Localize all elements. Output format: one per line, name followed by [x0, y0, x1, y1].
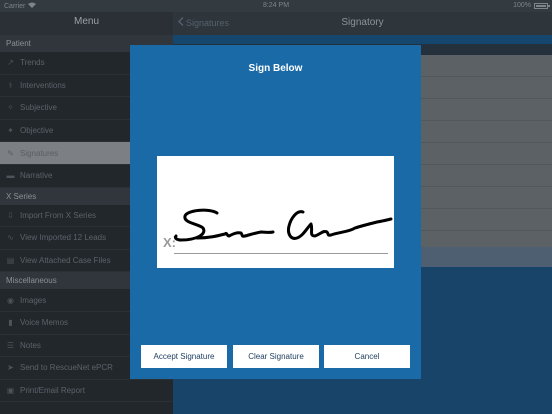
- battery-percent: 100%: [513, 2, 531, 9]
- pen-icon: ✎: [7, 148, 14, 158]
- signature-x-marker: X:: [163, 235, 176, 250]
- notes-icon: ☰: [6, 340, 15, 350]
- signature-pad[interactable]: X:: [157, 156, 394, 268]
- files-icon: ▤: [6, 256, 15, 266]
- sidebar-item-label: Send to RescueNet ePCR: [20, 363, 113, 373]
- battery-icon: [534, 2, 550, 9]
- microphone-icon: ▮: [8, 318, 13, 328]
- battery-info: 100%: [513, 2, 550, 9]
- clear-signature-button[interactable]: Clear Signature: [233, 345, 319, 368]
- trends-icon: ↗: [7, 58, 14, 68]
- clock: 8:24 PM: [262, 2, 290, 9]
- camera-icon: ◉: [7, 295, 14, 305]
- sidebar-item-label: Print/Email Report: [20, 386, 85, 396]
- sidebar-item-label: View Attached Case Files: [20, 256, 111, 266]
- sidebar-item-print-email-report[interactable]: ▣ Print/Email Report: [0, 380, 173, 403]
- print-icon: ▣: [6, 386, 15, 396]
- signature-line: [174, 253, 388, 254]
- accept-signature-button[interactable]: Accept Signature: [141, 345, 227, 368]
- signature-modal: Sign Below X: Accept Signature Clear Sig…: [130, 45, 421, 379]
- sidebar-item-label: Voice Memos: [20, 318, 69, 328]
- modal-title: Sign Below: [248, 63, 303, 74]
- sidebar-item-label: View Imported 12 Leads: [20, 233, 107, 243]
- subjective-icon: ✧: [7, 103, 14, 113]
- send-icon: ➤: [7, 363, 14, 373]
- cancel-button[interactable]: Cancel: [324, 345, 410, 368]
- sidebar-item-label: Subjective: [20, 103, 57, 113]
- objective-icon: ✦: [7, 126, 14, 136]
- sidebar-item-label: Objective: [20, 126, 54, 136]
- ecg-icon: ∿: [7, 233, 14, 243]
- speech-bubble-icon: ▬: [6, 171, 15, 181]
- nav-bar: Signatures Signatory: [173, 12, 552, 35]
- sidebar-item-label: Signatures: [20, 148, 59, 158]
- status-bar: Carrier 8:24 PM 100%: [0, 0, 552, 12]
- sidebar-item-label: Notes: [20, 340, 41, 350]
- detail-band: [173, 35, 552, 44]
- signature-stroke: [173, 208, 393, 242]
- sidebar-item-label: Interventions: [20, 80, 66, 90]
- sidebar-item-label: Trends: [20, 58, 45, 68]
- sidebar-item-label: Images: [20, 295, 47, 305]
- page-title: Signatory: [341, 17, 384, 28]
- sidebar-item-label: Narrative: [20, 171, 53, 181]
- import-icon: ⇩: [7, 210, 14, 220]
- sidebar-item-label: Import From X Series: [20, 210, 97, 220]
- sidebar-title: Menu: [0, 12, 173, 35]
- interventions-icon: ⚕: [8, 80, 13, 90]
